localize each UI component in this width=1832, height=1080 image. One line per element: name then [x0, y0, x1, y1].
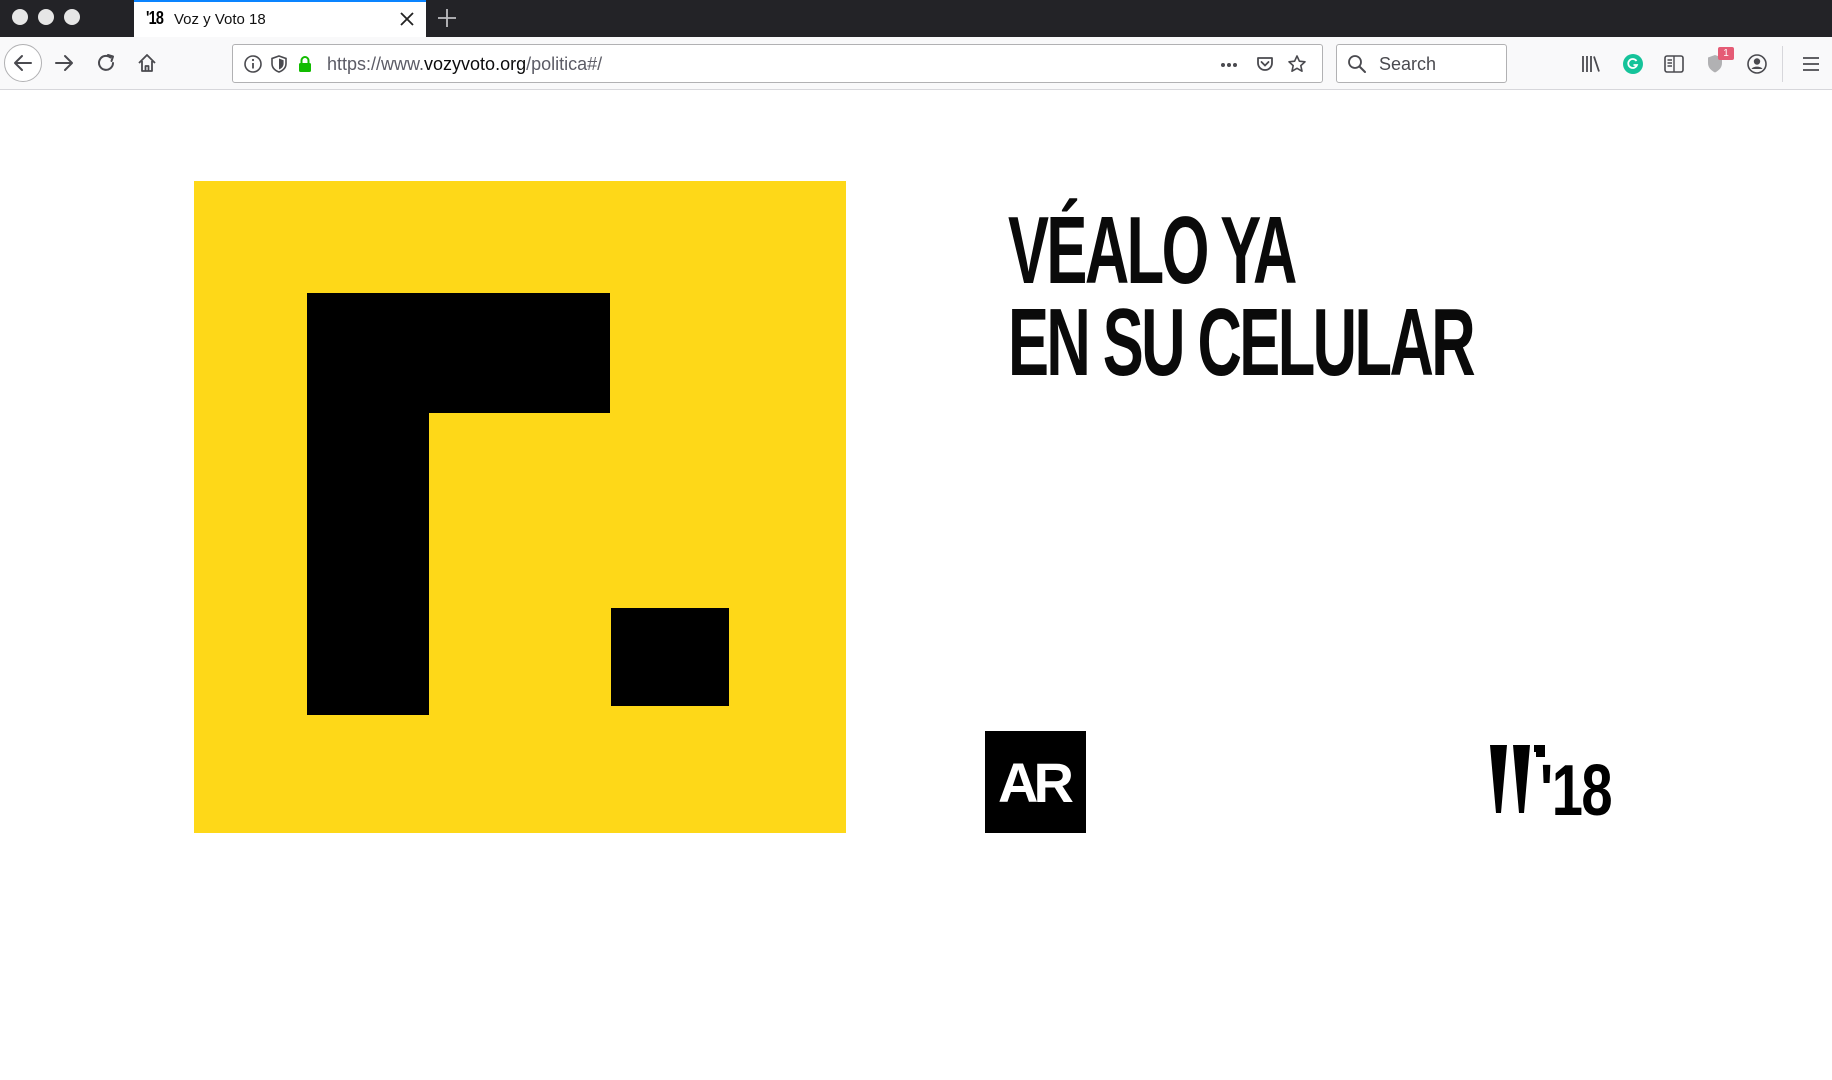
- page-heading: VÉALO YA EN SU CELULAR: [1008, 197, 1476, 396]
- url-host: vozyvoto.org: [424, 54, 527, 74]
- tab-title: Voz y Voto 18: [174, 11, 266, 28]
- close-tab-icon[interactable]: [398, 10, 416, 28]
- voz-y-voto-logo: '18: [1490, 745, 1613, 819]
- heading-line-2: EN SU CELULAR: [1008, 289, 1476, 396]
- tab-bar: '18 Voz y Voto 18: [0, 0, 1832, 37]
- brand-mark-icon: [307, 293, 729, 715]
- toolbar-separator: [1782, 46, 1783, 82]
- url-text[interactable]: https://www.vozyvoto.org/politica#/: [327, 54, 602, 75]
- reload-icon: [98, 54, 114, 71]
- forward-button[interactable]: [46, 45, 82, 81]
- new-tab-icon[interactable]: [436, 7, 458, 29]
- pocket-icon[interactable]: [1255, 54, 1275, 74]
- hamburger-menu-icon[interactable]: [1800, 53, 1822, 75]
- library-icon[interactable]: [1580, 53, 1602, 75]
- search-input[interactable]: Search: [1379, 54, 1436, 75]
- info-icon[interactable]: [243, 54, 263, 74]
- home-icon: [138, 54, 156, 72]
- home-button[interactable]: [129, 45, 165, 81]
- grammarly-icon[interactable]: [1622, 53, 1644, 75]
- ar-logo-text: AR: [998, 750, 1074, 814]
- minimize-window-button[interactable]: [38, 9, 54, 25]
- vv-logo-text: '18: [1540, 750, 1611, 819]
- reload-button[interactable]: [88, 45, 124, 81]
- url-scheme: https://www.: [327, 54, 425, 74]
- notification-badge: 1: [1718, 47, 1734, 60]
- navigation-toolbar: https://www.vozyvoto.org/politica#/ Sear…: [0, 37, 1832, 90]
- maximize-window-button[interactable]: [64, 9, 80, 25]
- reader-view-icon[interactable]: [1663, 53, 1685, 75]
- tab-voz-y-voto[interactable]: '18 Voz y Voto 18: [134, 0, 426, 37]
- heading-line-1: VÉALO YA: [1008, 197, 1297, 304]
- url-path: /politica#/: [526, 54, 603, 74]
- lock-icon[interactable]: [295, 54, 315, 74]
- tracking-shield-icon[interactable]: [269, 54, 289, 74]
- bookmark-star-icon[interactable]: [1287, 54, 1307, 74]
- app-promo-logo: [194, 181, 846, 833]
- ar-logo: AR: [985, 731, 1086, 833]
- arrow-right-icon: [55, 55, 73, 71]
- search-bar[interactable]: Search: [1336, 44, 1507, 83]
- back-button[interactable]: [4, 44, 42, 82]
- page-actions-icon[interactable]: [1219, 55, 1239, 75]
- search-icon: [1348, 55, 1366, 73]
- close-window-button[interactable]: [12, 9, 28, 25]
- site-favicon: '18: [146, 8, 164, 28]
- arrow-left-icon: [14, 55, 32, 71]
- account-icon[interactable]: [1746, 53, 1768, 75]
- address-bar[interactable]: https://www.vozyvoto.org/politica#/: [232, 44, 1323, 83]
